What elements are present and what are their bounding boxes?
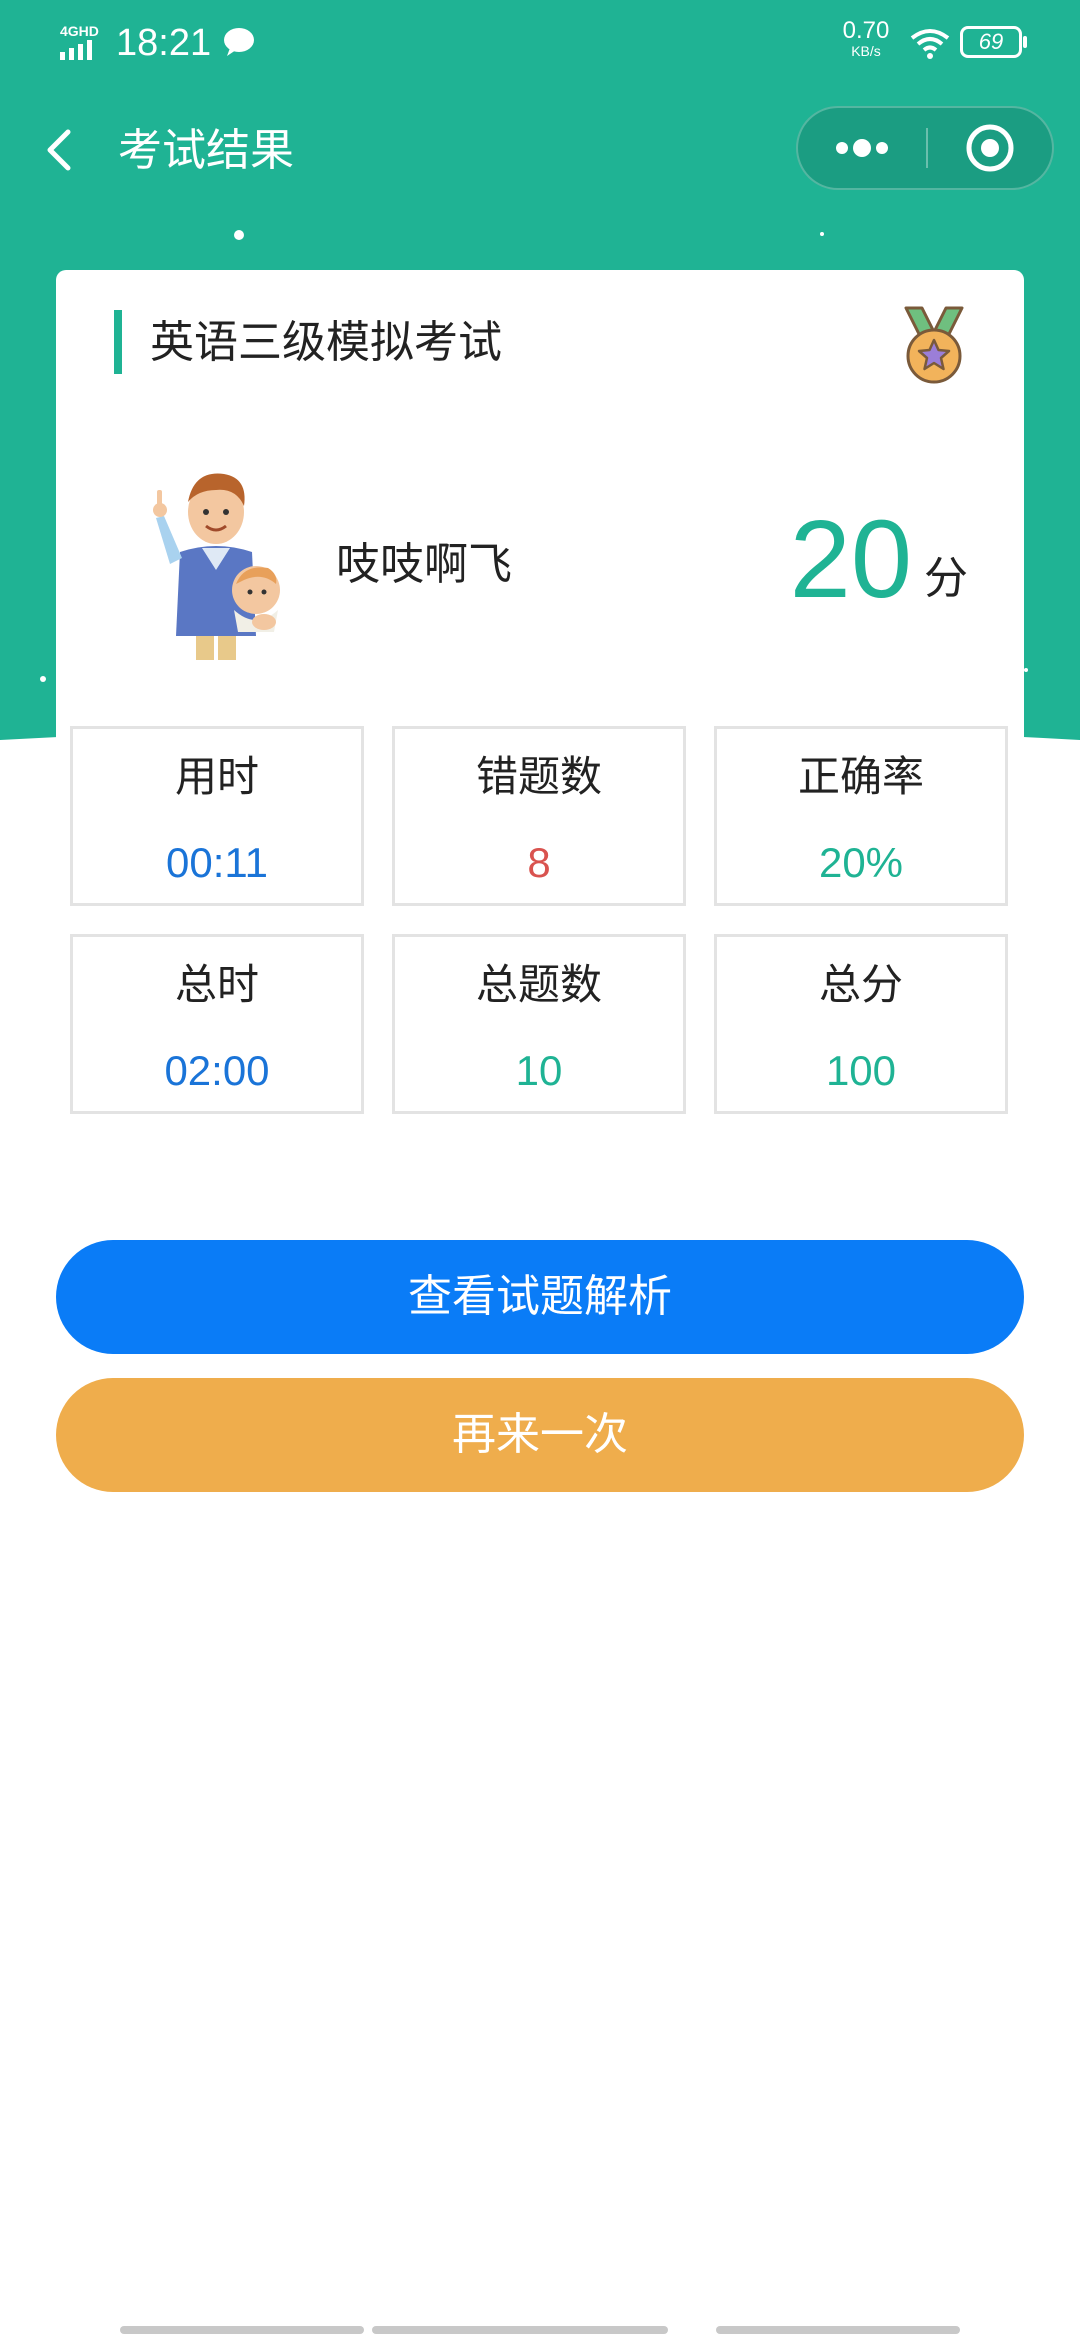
- stat-value: 8: [527, 839, 551, 886]
- network-speed: 0.70 KB/s: [836, 17, 896, 59]
- avatar: [153, 473, 280, 660]
- stat-label: 总分: [818, 960, 903, 1009]
- decor-dot: [40, 676, 46, 682]
- svg-text:4GHD: 4GHD: [60, 23, 99, 39]
- decor-dot: [1024, 668, 1028, 672]
- username: 吱吱啊飞: [336, 539, 512, 590]
- stat-label: 总题数: [475, 960, 602, 1009]
- stat-accuracy: 正确率 20%: [714, 726, 1008, 906]
- view-analysis-button[interactable]: 查看试题解析: [56, 1240, 1024, 1354]
- page-title: 考试结果: [118, 125, 294, 176]
- exam-title: 英语三级模拟考试: [150, 317, 502, 368]
- retry-button[interactable]: 再来一次: [56, 1378, 1024, 1492]
- stat-value: 00:11: [166, 839, 268, 886]
- stat-wrong-count: 错题数 8: [392, 726, 686, 906]
- status-bar: 4GHD 18:21 0.70 KB/s 69: [0, 0, 1080, 84]
- stat-label: 错题数: [475, 752, 602, 801]
- stat-label: 总时: [174, 960, 259, 1009]
- decor-dot: [820, 232, 824, 236]
- stat-total-questions: 总题数 10: [392, 934, 686, 1114]
- chevron-left-icon[interactable]: [34, 122, 90, 178]
- decor-dot: [234, 230, 244, 240]
- signal-icon: 4GHD: [60, 23, 99, 60]
- target-close-icon[interactable]: [928, 108, 1052, 188]
- gesture-bar: [716, 2326, 960, 2334]
- gesture-bar: [372, 2326, 668, 2334]
- nav-bar: 考试结果: [0, 100, 1080, 200]
- gesture-bar: [120, 2326, 364, 2334]
- score-value: 20: [789, 498, 912, 621]
- status-time: 18:21: [116, 22, 212, 64]
- medal-icon: [904, 306, 964, 384]
- battery-indicator: 69: [960, 26, 1027, 58]
- stat-value: 02:00: [164, 1047, 270, 1094]
- wifi-icon: [910, 29, 950, 59]
- stat-total-time: 总时 02:00: [70, 934, 364, 1114]
- stat-value: 100: [825, 1047, 897, 1094]
- stat-value: 20%: [818, 839, 904, 886]
- speed-unit: KB/s: [851, 43, 881, 59]
- stat-value: 10: [515, 1047, 563, 1094]
- stat-label: 正确率: [797, 752, 924, 801]
- chat-bubble-icon: [224, 28, 254, 56]
- title-accent-bar: [114, 310, 122, 374]
- stat-total-score: 总分 100: [714, 934, 1008, 1114]
- speed-value: 0.70: [842, 17, 890, 44]
- score-unit: 分: [924, 553, 968, 604]
- stat-label: 用时: [174, 752, 259, 801]
- stat-time-used: 用时 00:11: [70, 726, 364, 906]
- exam-result-page: 4GHD 18:21 0.70 KB/s 69 考试结果 英语三级模拟考试 吱吱…: [0, 0, 1080, 2340]
- more-dots-icon[interactable]: [798, 108, 926, 188]
- mini-program-capsule: [796, 106, 1054, 190]
